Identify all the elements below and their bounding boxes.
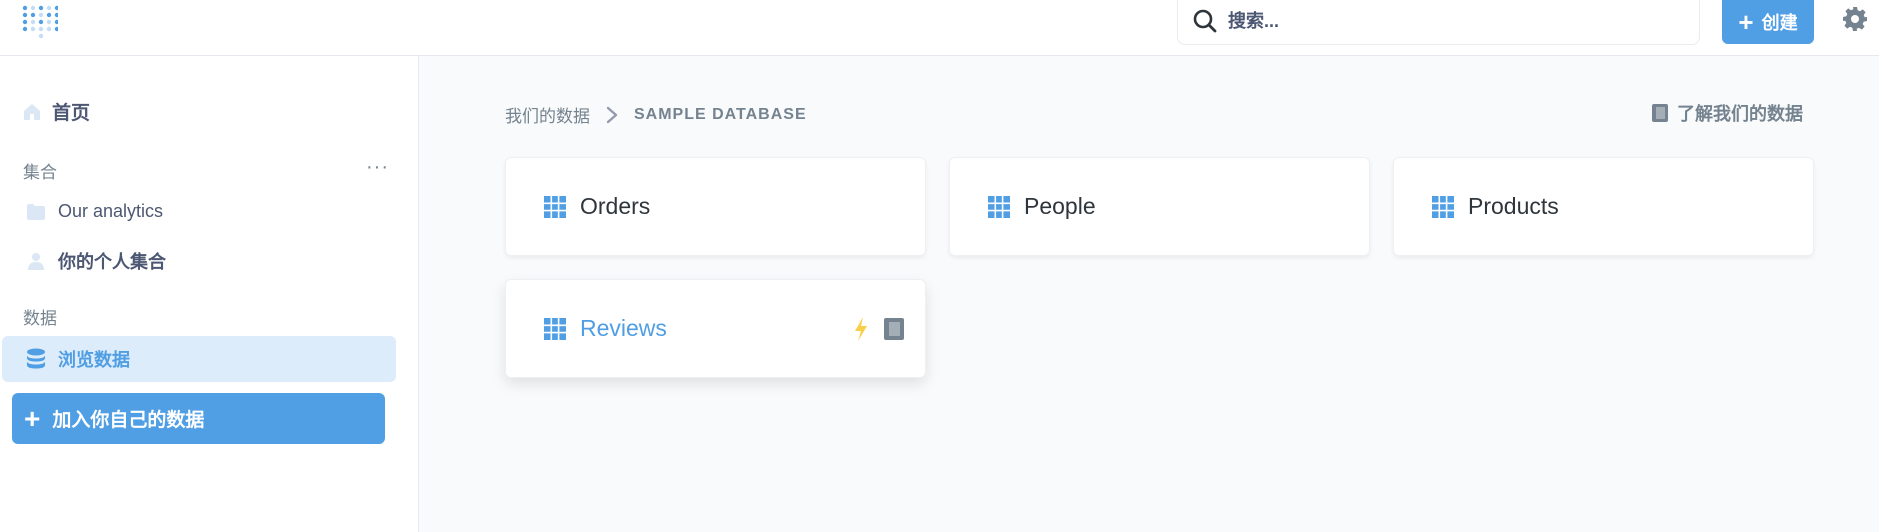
table-card-reviews[interactable]: Reviews <box>505 279 926 378</box>
table-card-products[interactable]: Products <box>1393 157 1814 256</box>
table-name: People <box>1024 193 1096 219</box>
collections-heading: 集合 <box>23 163 57 182</box>
database-icon <box>27 348 45 369</box>
search-input[interactable] <box>1228 8 1668 34</box>
sidebar-item-label: 首页 <box>52 103 91 124</box>
search-icon <box>1193 9 1217 33</box>
table-name: Products <box>1468 193 1559 219</box>
plus-icon: + <box>24 402 41 434</box>
learn-about-data-label: 了解我们的数据 <box>1677 104 1803 124</box>
sidebar-item-label: 浏览数据 <box>58 350 130 370</box>
table-card-people[interactable]: People <box>949 157 1370 256</box>
create-button-label: 创建 <box>1761 13 1798 33</box>
metabase-logo-icon[interactable] <box>22 2 58 42</box>
sidebar-item-home[interactable]: 首页 <box>22 98 90 125</box>
add-your-own-data-button[interactable]: + 加入你自己的数据 <box>12 393 385 444</box>
top-navbar: + 创建 <box>0 0 1879 56</box>
table-grid-icon <box>988 195 1010 218</box>
person-icon <box>28 253 44 270</box>
sidebar-item-label: Our analytics <box>58 201 164 221</box>
home-icon <box>24 103 40 120</box>
data-heading: 数据 <box>23 309 57 328</box>
chevron-right-icon <box>606 106 618 123</box>
table-grid-icon <box>1432 195 1454 218</box>
create-button[interactable]: + 创建 <box>1722 0 1814 44</box>
table-card-orders[interactable]: Orders <box>505 157 926 256</box>
bolt-icon[interactable] <box>853 316 869 342</box>
sidebar-item-browse-data[interactable]: 浏览数据 <box>2 336 396 382</box>
breadcrumb-root[interactable]: 我们的数据 <box>505 102 590 127</box>
more-options-icon[interactable]: ··· <box>366 156 389 179</box>
folder-icon <box>27 203 45 220</box>
breadcrumb-current: SAMPLE DATABASE <box>634 105 807 123</box>
book-icon <box>1652 104 1668 122</box>
gear-icon[interactable] <box>1842 6 1868 32</box>
card-actions <box>853 316 905 342</box>
table-grid-icon <box>544 317 566 340</box>
sidebar-item-personal-collection[interactable]: 你的个人集合 <box>26 248 166 274</box>
book-icon[interactable] <box>883 317 905 341</box>
add-data-label: 加入你自己的数据 <box>52 410 205 431</box>
search-bar[interactable] <box>1177 0 1700 45</box>
table-name: Orders <box>580 193 651 219</box>
table-name: Reviews <box>580 315 667 341</box>
learn-about-data-link[interactable]: 了解我们的数据 <box>1651 100 1803 126</box>
sidebar-item-our-analytics[interactable]: Our analytics <box>26 201 163 222</box>
table-grid-icon <box>544 195 566 218</box>
plus-icon: + <box>1738 7 1754 37</box>
breadcrumb: 我们的数据 SAMPLE DATABASE <box>505 102 807 127</box>
sidebar: 首页 集合 ··· Our analytics 你的个人集合 数据 浏览数据 +… <box>0 56 419 532</box>
sidebar-item-label: 你的个人集合 <box>58 252 166 272</box>
